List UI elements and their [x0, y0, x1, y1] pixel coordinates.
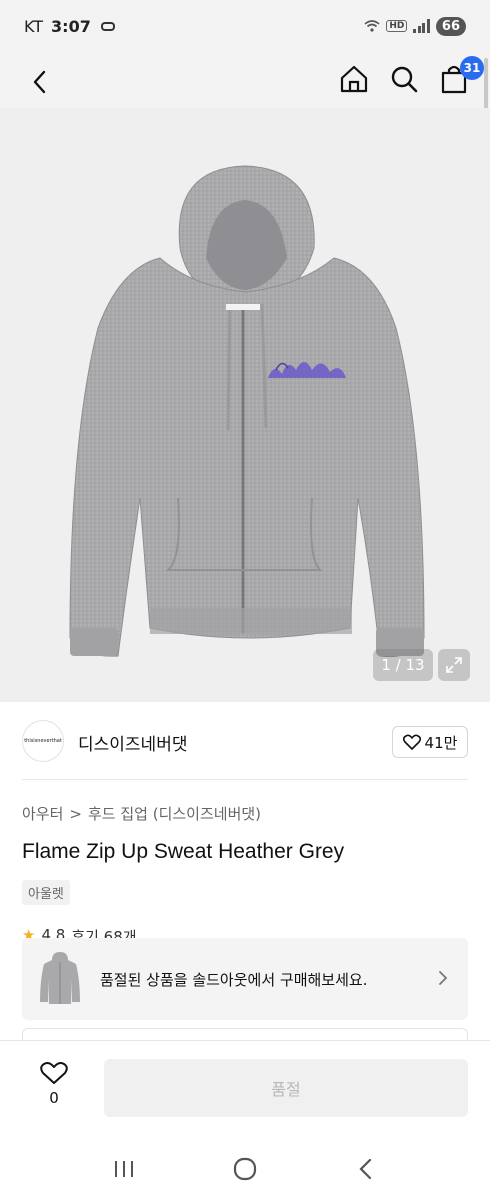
- nav-icons: 31: [338, 56, 484, 96]
- breadcrumb-separator: >: [69, 804, 82, 823]
- buy-button-soldout[interactable]: 품절: [104, 1059, 468, 1117]
- breadcrumb-level2[interactable]: 후드 집업 (디스이즈네버댓): [88, 803, 261, 824]
- wifi-icon: [364, 20, 380, 32]
- soldout-banner-text: 품절된 상품을 솔드아웃에서 구매해보세요.: [100, 971, 368, 989]
- signal-icon: [413, 19, 430, 33]
- brand-logo[interactable]: thisisneverthat: [22, 720, 64, 762]
- review-count: 후기 68개: [71, 928, 137, 938]
- heart-icon: [402, 734, 421, 750]
- soldout-banner[interactable]: 품절된 상품을 솔드아웃에서 구매해보세요.: [22, 938, 468, 1020]
- clock: 3:07: [51, 16, 91, 36]
- home-icon: [340, 65, 368, 93]
- system-back-button[interactable]: [346, 1149, 386, 1189]
- carrier-label: KT: [24, 16, 44, 36]
- home-nav-button[interactable]: [225, 1149, 265, 1189]
- recent-apps-button[interactable]: [104, 1149, 144, 1189]
- hd-badge: HD: [386, 20, 408, 32]
- image-counter: 1 / 13: [373, 649, 433, 681]
- status-bar: KT 3:07 HD 66: [0, 0, 490, 52]
- heart-icon: [40, 1062, 68, 1084]
- rating-row[interactable]: ★ 4.8 후기 68개: [22, 926, 137, 938]
- product-title: Flame Zip Up Sweat Heather Grey: [22, 840, 345, 863]
- status-right: HD 66: [364, 16, 466, 36]
- top-nav: 31: [0, 52, 490, 108]
- search-icon: [391, 66, 418, 93]
- recent-apps-icon: [115, 1161, 134, 1177]
- wishlist-button[interactable]: 0: [32, 1061, 76, 1107]
- status-left: KT 3:07: [24, 17, 115, 36]
- brand-name[interactable]: 디스이즈네버댓: [78, 730, 187, 755]
- brand-like-count: 41만: [424, 733, 458, 752]
- product-thumbnail: [40, 952, 80, 1004]
- expand-icon: [446, 657, 462, 673]
- cart-button[interactable]: 31: [438, 56, 484, 96]
- breadcrumb: 아우터 > 후드 집업 (디스이즈네버댓): [22, 803, 261, 824]
- home-button[interactable]: [338, 62, 370, 96]
- voicemail-icon: [100, 21, 115, 31]
- brand-logo-text: thisisneverthat: [24, 738, 62, 744]
- chevron-left-icon: [33, 70, 46, 94]
- cart-count-badge: 31: [460, 56, 484, 80]
- expand-button[interactable]: [438, 649, 470, 681]
- outlet-badge: 아울렛: [22, 880, 70, 905]
- search-button[interactable]: [388, 62, 420, 96]
- brand-row[interactable]: thisisneverthat 디스이즈네버댓 41만: [0, 702, 490, 780]
- back-arrow-icon: [359, 1158, 371, 1180]
- back-button[interactable]: [22, 64, 58, 100]
- home-circle-icon: [233, 1157, 257, 1181]
- chevron-right-icon: [439, 971, 448, 985]
- hoodie-illustration: [69, 165, 425, 658]
- brand-like-button[interactable]: 41만: [392, 726, 468, 758]
- product-image[interactable]: [0, 108, 490, 702]
- star-icon: ★: [22, 926, 36, 938]
- bottom-action-bar: 0 품절: [0, 1040, 490, 1138]
- battery-badge: 66: [435, 16, 466, 36]
- breadcrumb-level1[interactable]: 아우터: [22, 803, 63, 824]
- android-nav-bar: [0, 1138, 490, 1200]
- rating-value: 4.8: [41, 926, 66, 938]
- divider: [22, 779, 468, 780]
- wishlist-count: 0: [49, 1089, 59, 1107]
